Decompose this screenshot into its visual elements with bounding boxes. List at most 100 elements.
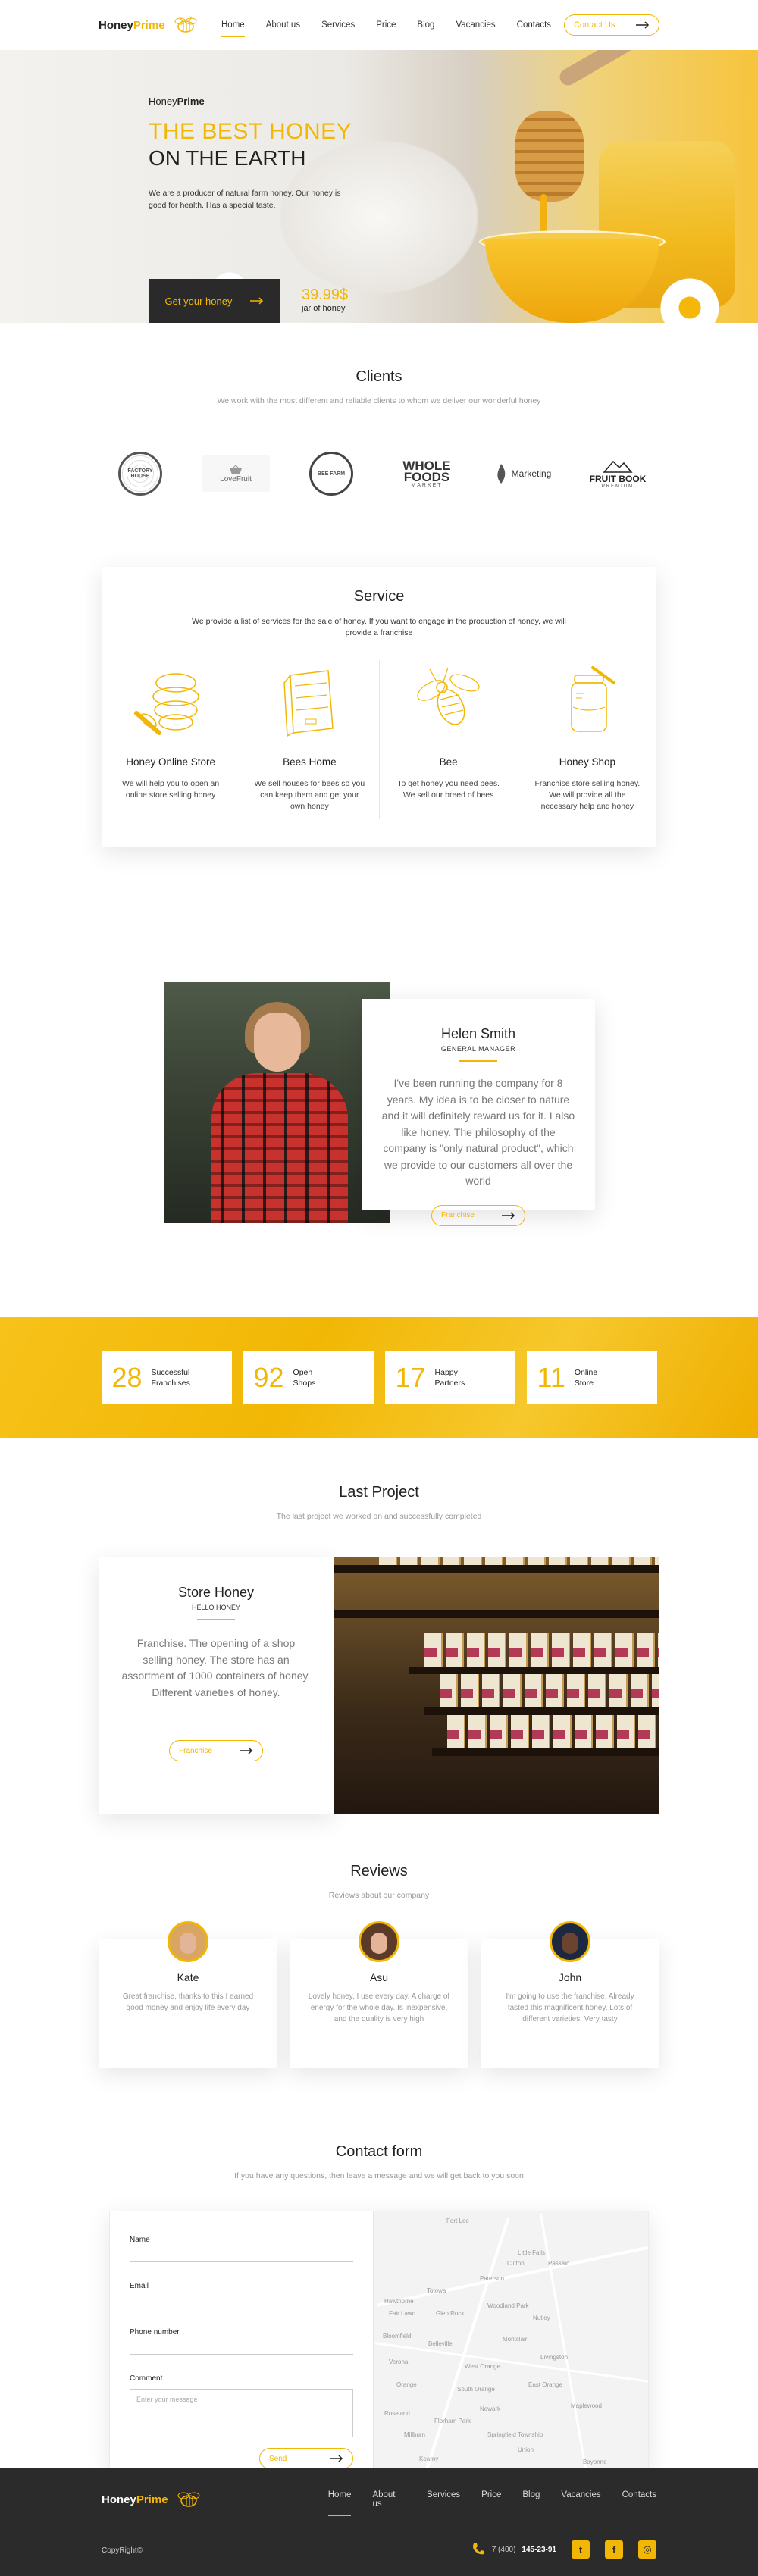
price-value: 39.99$	[302, 286, 349, 303]
main-nav: Home About us Services Price Blog Vacanc…	[221, 17, 551, 37]
manager-photo	[164, 982, 390, 1223]
service-card: Service We provide a list of services fo…	[102, 567, 656, 847]
hero-description: We are a producer of natural farm honey.…	[149, 189, 341, 210]
franchise-label: Franchise	[179, 1746, 212, 1755]
stat-shops: 92 Open Shops	[243, 1351, 374, 1404]
get-honey-label: Get your honey	[164, 295, 233, 307]
service-item-honey-shop[interactable]: Honey Shop Franchise store selling honey…	[518, 660, 656, 819]
twitter-icon[interactable]: t	[572, 2540, 590, 2559]
email-label: Email	[130, 2282, 149, 2290]
get-honey-button[interactable]: Get your honey	[149, 279, 280, 323]
phone-field[interactable]	[130, 2337, 353, 2355]
service-item-text: To get honey you need bees. We sell our …	[397, 779, 500, 800]
nav-services[interactable]: Services	[321, 17, 355, 33]
manager-section: Helen Smith GENERAL MANAGER I've been ru…	[0, 982, 758, 1278]
comment-textarea[interactable]: Enter your message	[130, 2389, 353, 2437]
footer-nav-blog[interactable]: Blog	[522, 2487, 540, 2512]
clients-section: Clients We work with the most different …	[0, 323, 758, 565]
arrow-right-icon	[330, 2455, 343, 2462]
footer-phone[interactable]: 7 (400) 145-23-91	[471, 2542, 556, 2557]
service-description: We provide a list of services for the sa…	[192, 617, 566, 637]
reviews-title: Reviews	[350, 1863, 408, 1880]
divider	[197, 1619, 235, 1620]
footer-nav-vacancies[interactable]: Vacancies	[561, 2487, 600, 2512]
service-section: Service We provide a list of services fo…	[0, 565, 758, 914]
review-text: I'm going to use the franchise. Already …	[506, 1992, 634, 2024]
service-item-title: Bees Home	[283, 756, 337, 768]
facebook-icon[interactable]: f	[605, 2540, 623, 2559]
contact-us-label: Contact Us	[574, 20, 615, 30]
client-logo-lovefruit[interactable]: LoveFruit	[202, 451, 270, 496]
avatar	[550, 1921, 590, 1962]
footer-nav: Home About us Services Price Blog Vacanc…	[327, 2487, 656, 2516]
manager-card: Helen Smith GENERAL MANAGER I've been ru…	[362, 999, 595, 1226]
hero-title-line1: THE BEST HONEY	[149, 119, 352, 144]
client-logo-marketing[interactable]: Marketing	[488, 451, 556, 496]
reviewer-name: Kate	[177, 1971, 199, 1983]
logo[interactable]: HoneyPrime	[99, 15, 212, 35]
service-item-bees-home[interactable]: Bees Home We sell houses for bees so you…	[240, 660, 380, 819]
franchise-button[interactable]: Franchise	[431, 1204, 525, 1226]
avatar	[168, 1921, 208, 1962]
service-item-text: We sell houses for bees so you can keep …	[254, 779, 365, 811]
project-name: Store Honey	[177, 1585, 255, 1600]
contact-us-button[interactable]: Contact Us	[564, 14, 659, 36]
review-text: Lovely honey. I use every day. A charge …	[308, 1992, 450, 2024]
beehive-icon	[134, 673, 199, 735]
service-item-online-store[interactable]: Honey Online Store We will help you to o…	[102, 660, 241, 819]
nav-home[interactable]: Home	[221, 17, 245, 37]
reviewer-name: Asu	[369, 1971, 389, 1983]
bee-large-icon	[416, 667, 480, 725]
instagram-icon[interactable]: ◎	[638, 2540, 656, 2559]
review-card: John I'm going to use the franchise. Alr…	[481, 1921, 659, 2068]
footer-nav-about[interactable]: About us	[372, 2487, 406, 2512]
hero-bowl-decor	[485, 239, 659, 323]
hero-price: 39.99$ jar of honey	[302, 286, 348, 313]
footer-nav-services[interactable]: Services	[427, 2487, 460, 2512]
nav-contacts[interactable]: Contacts	[517, 17, 551, 33]
logo-text-2: Prime	[133, 18, 165, 32]
name-label: Name	[130, 2236, 150, 2244]
price-unit: jar of honey	[302, 304, 346, 313]
project-franchise-button[interactable]: Franchise	[169, 1740, 263, 1761]
project-card: Store Honey HELLO HONEY Franchise. The o…	[99, 1557, 334, 1814]
service-item-bee[interactable]: Bee To get honey you need bees. We sell …	[380, 660, 518, 819]
nav-blog[interactable]: Blog	[417, 17, 434, 33]
name-field[interactable]	[130, 2244, 353, 2262]
divider	[459, 1060, 497, 1062]
footer-nav-price[interactable]: Price	[481, 2487, 501, 2512]
arrow-right-icon	[240, 1747, 253, 1754]
hero-dipper-handle	[556, 50, 677, 89]
client-logo-fruitbook[interactable]: FRUIT BOOK PREMIUM	[584, 451, 652, 496]
project-section: Last Project The last project we worked …	[0, 1438, 758, 1863]
service-item-text: Franchise store selling honey. We will p…	[534, 779, 641, 811]
client-logo-beefarm[interactable]: BEE FARM	[297, 451, 365, 496]
bee-icon	[174, 16, 197, 33]
reviews-section: Reviews Reviews about our company Kate G…	[0, 1863, 758, 2143]
service-item-text: We will help you to open an online store…	[122, 779, 220, 800]
client-logo-wholefoods[interactable]: WHOLE FOODS MARKET	[393, 451, 461, 496]
bee-icon	[177, 2492, 200, 2507]
service-item-title: Bee	[439, 756, 458, 768]
email-field[interactable]	[130, 2290, 353, 2308]
service-item-title: Honey Shop	[559, 756, 616, 768]
footer-logo[interactable]: HoneyPrime	[102, 2490, 328, 2509]
send-button[interactable]: Send	[259, 2448, 353, 2469]
nav-vacancies[interactable]: Vacancies	[456, 17, 495, 33]
nav-price[interactable]: Price	[376, 17, 396, 33]
site-header: HoneyPrime Home About us Services Price …	[0, 0, 758, 50]
copyright: CopyRight©	[102, 2546, 143, 2555]
client-logo-factory[interactable]: FACTORY HOUSE	[106, 451, 174, 496]
map[interactable]: Fort Lee Little Falls Clifton Passaic Pa…	[374, 2211, 648, 2469]
flame-icon	[497, 464, 505, 484]
nav-about[interactable]: About us	[266, 17, 300, 33]
beehouse-icon	[283, 670, 334, 737]
basket-icon	[230, 464, 242, 474]
service-item-title: Honey Online Store	[126, 756, 216, 768]
hero-dipper-decor	[515, 111, 584, 202]
clients-title: Clients	[356, 368, 402, 385]
footer-nav-home[interactable]: Home	[327, 2487, 351, 2516]
footer-nav-contacts[interactable]: Contacts	[622, 2487, 656, 2512]
manager-name: Helen Smith	[440, 1026, 516, 1041]
phone-icon	[472, 2543, 484, 2555]
